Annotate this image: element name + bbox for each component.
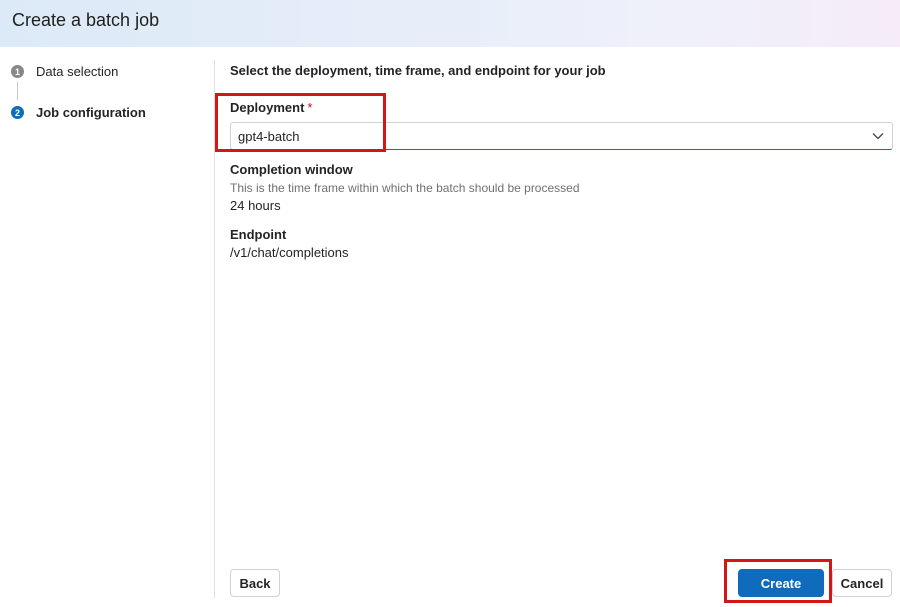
completion-window-value: 24 hours: [230, 198, 281, 213]
required-marker: *: [307, 100, 313, 115]
step-number-badge: 2: [11, 106, 24, 119]
completion-window-hint: This is the time frame within which the …: [230, 181, 580, 195]
panel-divider: [214, 60, 215, 598]
section-title: Select the deployment, time frame, and e…: [230, 63, 606, 78]
wizard-steps: 1 Data selection 2 Job configuration: [0, 47, 214, 607]
deployment-dropdown[interactable]: gpt4-batch: [230, 122, 893, 150]
step-connector: [17, 82, 18, 100]
completion-window-label: Completion window: [230, 162, 353, 177]
page-title: Create a batch job: [12, 10, 160, 30]
create-button[interactable]: Create: [738, 569, 824, 597]
chevron-down-icon: [864, 123, 892, 149]
deployment-label: Deployment *: [230, 100, 312, 115]
endpoint-label: Endpoint: [230, 227, 287, 242]
back-button[interactable]: Back: [230, 569, 280, 597]
deployment-label-text: Deployment: [230, 100, 305, 115]
step-label: Job configuration: [36, 105, 146, 120]
endpoint-value: /v1/chat/completions: [230, 245, 349, 260]
step-number-badge: 1: [11, 65, 24, 78]
step-data-selection[interactable]: 1 Data selection: [11, 64, 118, 79]
deployment-selected-value: gpt4-batch: [238, 128, 300, 144]
header: Create a batch job: [0, 0, 900, 47]
step-label: Data selection: [36, 64, 119, 79]
cancel-button[interactable]: Cancel: [832, 569, 892, 597]
step-job-configuration[interactable]: 2 Job configuration: [11, 105, 146, 120]
